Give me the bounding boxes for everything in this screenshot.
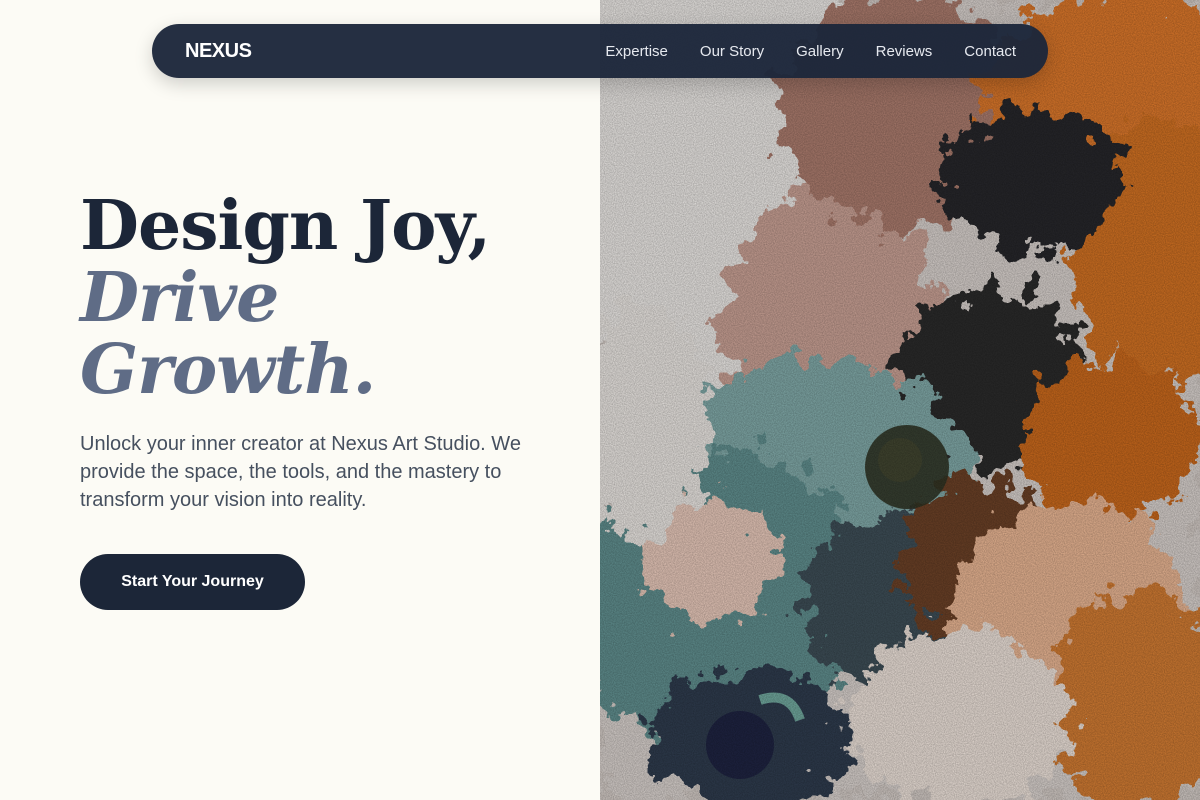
hero-artwork-image [600, 0, 1200, 800]
nav-links: Expertise Our Story Gallery Reviews Cont… [573, 43, 1016, 60]
nav-link-gallery[interactable]: Gallery [796, 43, 844, 60]
nexus-logo[interactable]: NEXUS [185, 40, 252, 63]
nav-link-expertise[interactable]: Expertise [605, 43, 668, 60]
nav-link-reviews[interactable]: Reviews [876, 43, 933, 60]
headline-line-growth: Growth. [80, 330, 376, 410]
top-navigation-bar: NEXUS Expertise Our Story Gallery Review… [152, 24, 1048, 78]
hero-headline: Design Joy, Drive Growth. [80, 186, 491, 410]
nav-link-contact[interactable]: Contact [964, 43, 1016, 60]
nav-link-our-story[interactable]: Our Story [700, 43, 764, 60]
abstract-paint-texture [600, 0, 1200, 800]
hero-description: Unlock your inner creator at Nexus Art S… [80, 433, 521, 511]
start-your-journey-button[interactable]: Start Your Journey [80, 554, 305, 610]
headline-line-drive: Drive [80, 258, 279, 338]
headline-line-design-joy: Design Joy, [80, 186, 491, 266]
